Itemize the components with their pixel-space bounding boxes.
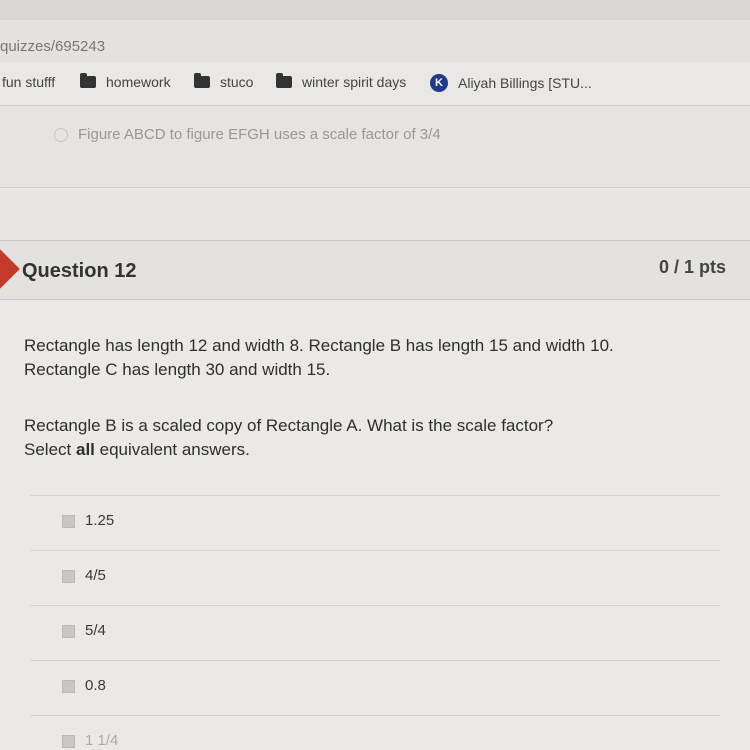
question-line: Rectangle C has length 30 and width 15.: [24, 360, 331, 379]
answer-label: 0.8: [85, 677, 106, 694]
question-header: Question 12 0 / 1 pts: [0, 240, 750, 300]
answer-radio: [54, 128, 68, 142]
bookmark-winter-spirit-days[interactable]: winter spirit days: [276, 73, 407, 90]
previous-answer-text: Figure ABCD to figure EFGH uses a scale …: [78, 126, 441, 143]
question-points: 0 / 1 pts: [658, 257, 726, 277]
browser-url-bar: quizzes/695243: [0, 0, 750, 62]
bookmark-fun-stufff[interactable]: fun stufff: [2, 74, 55, 90]
prompt-emphasis: all: [75, 440, 95, 459]
bookmark-label: Aliyah Billings [STU...: [458, 75, 592, 91]
answer-label: 1 1/4: [85, 732, 119, 749]
bookmarks-bar: fun stufff homework stuco winter spirit …: [0, 62, 750, 106]
answer-label: 4/5: [85, 567, 106, 584]
answer-label: 1.25: [85, 512, 115, 529]
prompt-line: Select all equivalent answers.: [24, 438, 553, 462]
answer-checkbox[interactable]: [62, 680, 75, 693]
question-gap: [0, 188, 750, 240]
bookmark-label: stuco: [220, 74, 254, 90]
browser-tab-strip: [0, 0, 750, 20]
answer-checkbox[interactable]: [62, 570, 75, 583]
answer-option[interactable]: 0.8: [30, 660, 720, 715]
incorrect-marker-icon: [0, 249, 20, 289]
answer-label: 5/4: [85, 622, 106, 639]
url-text[interactable]: quizzes/695243: [0, 38, 105, 55]
previous-question-answer: Figure ABCD to figure EFGH uses a scale …: [0, 106, 750, 188]
prompt-text: equivalent answers.: [94, 440, 250, 459]
question-text: Rectangle has length 12 and width 8. Rec…: [24, 334, 614, 382]
folder-icon: [276, 73, 292, 88]
bookmark-label: fun stufff: [2, 74, 56, 90]
answer-checkbox[interactable]: [62, 735, 75, 748]
prompt-text: Select: [24, 440, 76, 459]
answer-checkbox[interactable]: [62, 625, 75, 638]
bookmark-label: homework: [106, 74, 171, 90]
bookmark-homework[interactable]: homework: [80, 73, 171, 90]
answer-list: 1.25 4/5 5/4 0.8 1 1/4: [30, 495, 720, 750]
answer-checkbox[interactable]: [62, 515, 75, 528]
question-title: Question 12: [22, 260, 137, 282]
answer-option[interactable]: 1 1/4: [30, 715, 720, 750]
answer-option[interactable]: 4/5: [30, 550, 720, 605]
bookmark-stuco[interactable]: stuco: [194, 73, 254, 90]
folder-icon: [194, 73, 210, 88]
answer-option[interactable]: 5/4: [30, 605, 720, 660]
folder-icon: [80, 73, 96, 88]
bookmark-aliyah-billings[interactable]: K Aliyah Billings [STU...: [430, 74, 592, 92]
k-icon: K: [430, 74, 448, 92]
question-line: Rectangle has length 12 and width 8. Rec…: [24, 336, 614, 355]
bookmark-label: winter spirit days: [302, 74, 407, 90]
answer-option[interactable]: 1.25: [30, 495, 720, 550]
prompt-line: Rectangle B is a scaled copy of Rectangl…: [24, 416, 554, 435]
question-prompt: Rectangle B is a scaled copy of Rectangl…: [24, 414, 553, 462]
